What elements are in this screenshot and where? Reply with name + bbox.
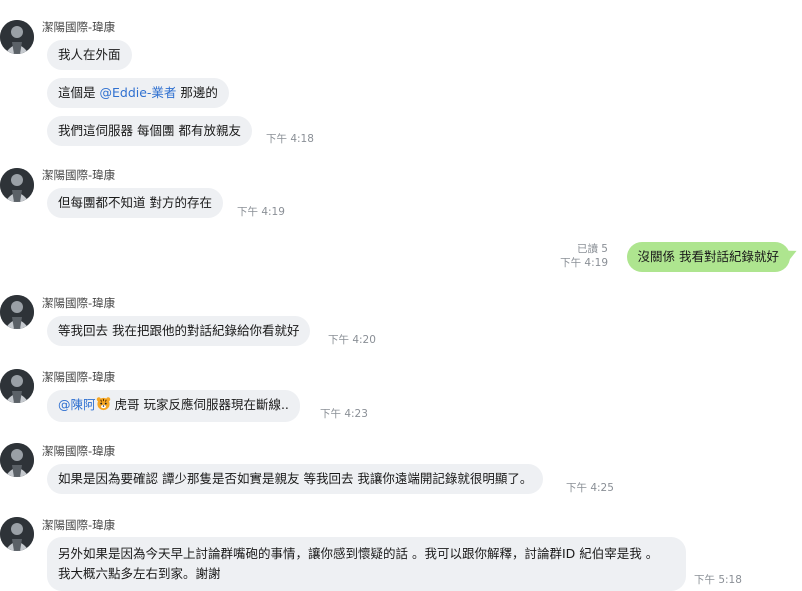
avatar[interactable] bbox=[0, 20, 34, 54]
message-text: 我們這伺服器 每個團 都有放親友 bbox=[58, 123, 241, 138]
message-time: 下午 4:20 bbox=[328, 334, 376, 346]
read-count: 已讀 5 bbox=[576, 243, 608, 255]
message-bubble[interactable]: @陳阿 虎哥 玩家反應伺服器現在斷線.. bbox=[47, 390, 300, 422]
avatar[interactable] bbox=[0, 443, 34, 477]
read-receipt: 已讀 5 下午 4:19 bbox=[560, 242, 608, 270]
message-bubble[interactable]: 這個是 @Eddie-業者 那邊的 bbox=[47, 78, 229, 108]
avatar[interactable] bbox=[0, 168, 34, 202]
message-time: 下午 4:25 bbox=[566, 482, 614, 494]
message-text: 這個是 bbox=[58, 85, 100, 100]
sender-name: 潔陽國際-瑋康 bbox=[42, 20, 116, 34]
message-bubble[interactable]: 我們這伺服器 每個團 都有放親友 bbox=[47, 116, 252, 146]
sender-name: 潔陽國際-瑋康 bbox=[42, 370, 116, 384]
message-text: 如果是因為要確認 譚少那隻是否如實是親友 等我回去 我讓你遠端開記錄就很明顯了。 bbox=[58, 471, 533, 486]
sent-message-bubble[interactable]: 沒關係 我看對話紀錄就好 bbox=[626, 242, 790, 272]
message-text: 等我回去 我在把跟他的對話紀錄給你看就好 bbox=[58, 323, 300, 338]
message-time: 下午 4:19 bbox=[560, 257, 608, 269]
message-text: 我人在外面 bbox=[58, 47, 121, 62]
avatar[interactable] bbox=[0, 295, 34, 329]
message-bubble[interactable]: 但每團都不知道 對方的存在 bbox=[47, 188, 223, 218]
mention-link[interactable]: @Eddie-業者 bbox=[99, 85, 176, 100]
avatar[interactable] bbox=[0, 517, 34, 551]
message-bubble[interactable]: 如果是因為要確認 譚少那隻是否如實是親友 等我回去 我讓你遠端開記錄就很明顯了。 bbox=[47, 464, 544, 494]
message-time: 下午 4:18 bbox=[266, 133, 314, 145]
message-text: 那邊的 bbox=[176, 85, 218, 100]
sender-name: 潔陽國際-瑋康 bbox=[42, 296, 116, 310]
message-bubble[interactable]: 另外如果是因為今天早上討論群嘴砲的事情，讓你感到懷疑的話 。我可以跟你解釋，討論… bbox=[47, 537, 686, 591]
sender-name: 潔陽國際-瑋康 bbox=[42, 518, 116, 532]
message-text: 但每團都不知道 對方的存在 bbox=[58, 195, 212, 210]
avatar[interactable] bbox=[0, 369, 34, 403]
message-time: 下午 4:19 bbox=[237, 206, 285, 218]
mention-link[interactable]: @陳阿 bbox=[58, 397, 96, 412]
message-text: 另外如果是因為今天早上討論群嘴砲的事情，讓你感到懷疑的話 。我可以跟你解釋，討論… bbox=[58, 546, 659, 561]
tiger-face-icon bbox=[96, 396, 111, 416]
message-bubble[interactable]: 我人在外面 bbox=[47, 40, 132, 70]
message-text: 虎哥 玩家反應伺服器現在斷線.. bbox=[110, 397, 289, 412]
message-time: 下午 4:23 bbox=[320, 408, 368, 420]
message-bubble[interactable]: 等我回去 我在把跟他的對話紀錄給你看就好 bbox=[47, 316, 311, 346]
sender-name: 潔陽國際-瑋康 bbox=[42, 168, 116, 182]
message-text: 沒關係 我看對話紀錄就好 bbox=[637, 249, 779, 264]
message-time: 下午 5:18 bbox=[694, 574, 742, 586]
sender-name: 潔陽國際-瑋康 bbox=[42, 444, 116, 458]
message-text: 我大概六點多左右到家。謝謝 bbox=[58, 566, 221, 581]
